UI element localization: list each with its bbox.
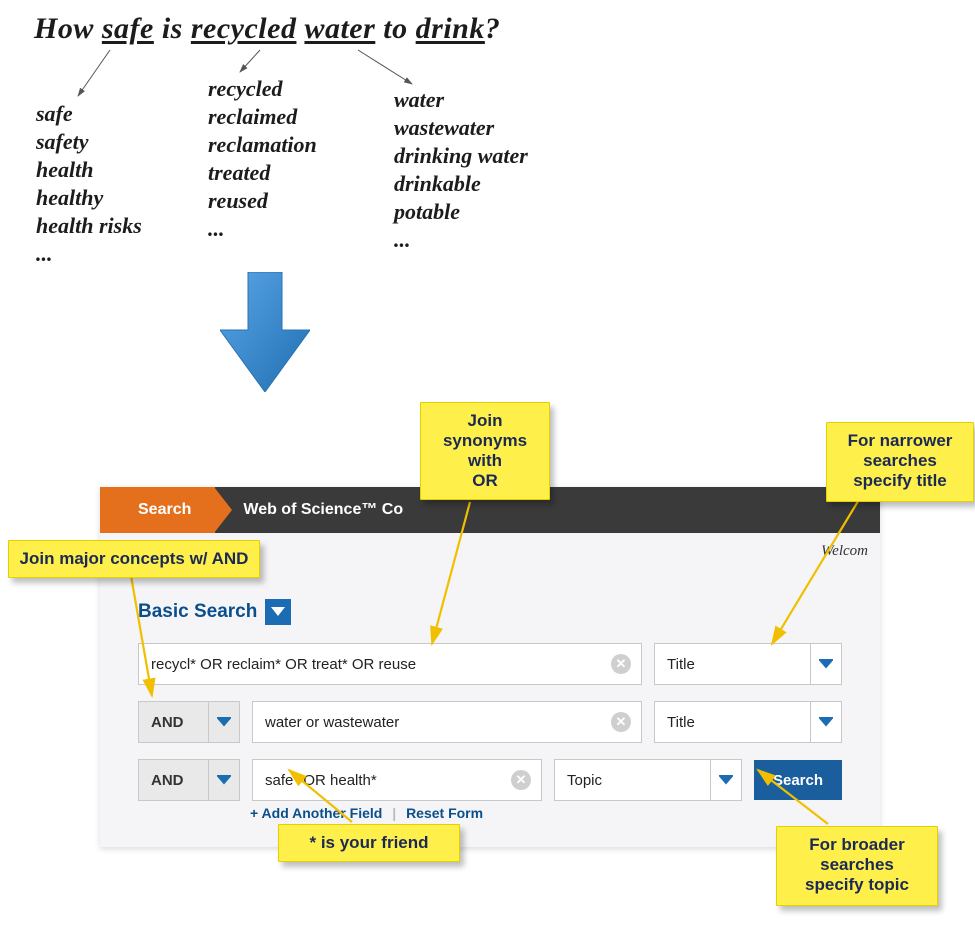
chevron-down-icon — [810, 644, 841, 684]
note-specify-topic: For broader searches specify topic — [776, 826, 938, 906]
field-label-3: Topic — [555, 772, 710, 789]
note-join-concepts: Join major concepts w/ AND — [8, 540, 260, 578]
synonyms-col-safe: safe safety health healthy health risks … — [36, 100, 142, 268]
research-question: How safe is recycled water to drink? — [34, 12, 500, 46]
operator-select-2[interactable]: AND — [138, 701, 240, 743]
q-text: ? — [485, 12, 501, 45]
tab-database[interactable]: Web of Science™ Co — [215, 487, 403, 533]
query-text-1: recycl* OR reclaim* OR treat* OR reuse — [151, 656, 416, 673]
clear-icon[interactable]: ✕ — [511, 770, 531, 790]
welcome-text: Welcom — [821, 543, 868, 560]
chevron-down-icon — [710, 760, 741, 800]
search-row-2: AND water or wastewater ✕ Title — [138, 701, 842, 743]
q-text: to — [375, 12, 415, 45]
search-button[interactable]: Search — [754, 760, 842, 800]
query-text-2: water or wastewater — [265, 714, 399, 731]
link-separator: | — [386, 805, 402, 821]
clear-icon[interactable]: ✕ — [611, 654, 631, 674]
operator-label-3: AND — [139, 772, 208, 789]
chevron-down-icon — [208, 760, 239, 800]
q-text: is — [154, 12, 191, 45]
chevron-down-icon — [271, 607, 285, 617]
query-input-3[interactable]: safe* OR health* ✕ — [252, 759, 542, 801]
note-join-synonyms: Join synonyms with OR — [420, 402, 550, 500]
query-input-2[interactable]: water or wastewater ✕ — [252, 701, 642, 743]
chevron-down-icon — [810, 702, 841, 742]
field-select-1[interactable]: Title — [654, 643, 842, 685]
field-label-2: Title — [655, 714, 810, 731]
note-wildcard: * is your friend — [278, 824, 460, 862]
tab-search-label: Search — [138, 501, 191, 519]
reset-form-link[interactable]: Reset Form — [406, 805, 483, 821]
tab-search[interactable]: Search — [100, 487, 215, 533]
q-underline-drink: drink — [416, 12, 485, 45]
q-underline-safe: safe — [102, 12, 154, 45]
q-text: How — [34, 12, 102, 45]
basic-search-heading: Basic Search — [138, 599, 842, 625]
field-select-3[interactable]: Topic — [554, 759, 742, 801]
search-row-1: recycl* OR reclaim* OR treat* OR reuse ✕… — [138, 643, 842, 685]
q-underline-recycled: recycled — [191, 12, 297, 45]
basic-search-label: Basic Search — [138, 601, 257, 623]
basic-search-dropdown[interactable] — [265, 599, 291, 625]
down-arrow-icon — [220, 272, 310, 392]
search-row-3: AND safe* OR health* ✕ Topic Search — [138, 759, 842, 801]
operator-select-3[interactable]: AND — [138, 759, 240, 801]
note-specify-title: For narrower searches specify title — [826, 422, 974, 502]
clear-icon[interactable]: ✕ — [611, 712, 631, 732]
query-input-1[interactable]: recycl* OR reclaim* OR treat* OR reuse ✕ — [138, 643, 642, 685]
tab-database-label: Web of Science™ Co — [243, 501, 403, 519]
query-text-3: safe* OR health* — [265, 772, 377, 789]
q-underline-water: water — [304, 12, 375, 45]
synonyms-col-water: water wastewater drinking water drinkabl… — [394, 86, 528, 254]
chevron-down-icon — [208, 702, 239, 742]
form-links: + Add Another Field | Reset Form — [138, 805, 842, 821]
synonyms-col-recycled: recycled reclaimed reclamation treated r… — [208, 75, 378, 243]
add-another-field-link[interactable]: + Add Another Field — [250, 805, 382, 821]
operator-label-2: AND — [139, 714, 208, 731]
field-select-2[interactable]: Title — [654, 701, 842, 743]
search-button-label: Search — [773, 772, 823, 789]
field-label-1: Title — [655, 656, 810, 673]
